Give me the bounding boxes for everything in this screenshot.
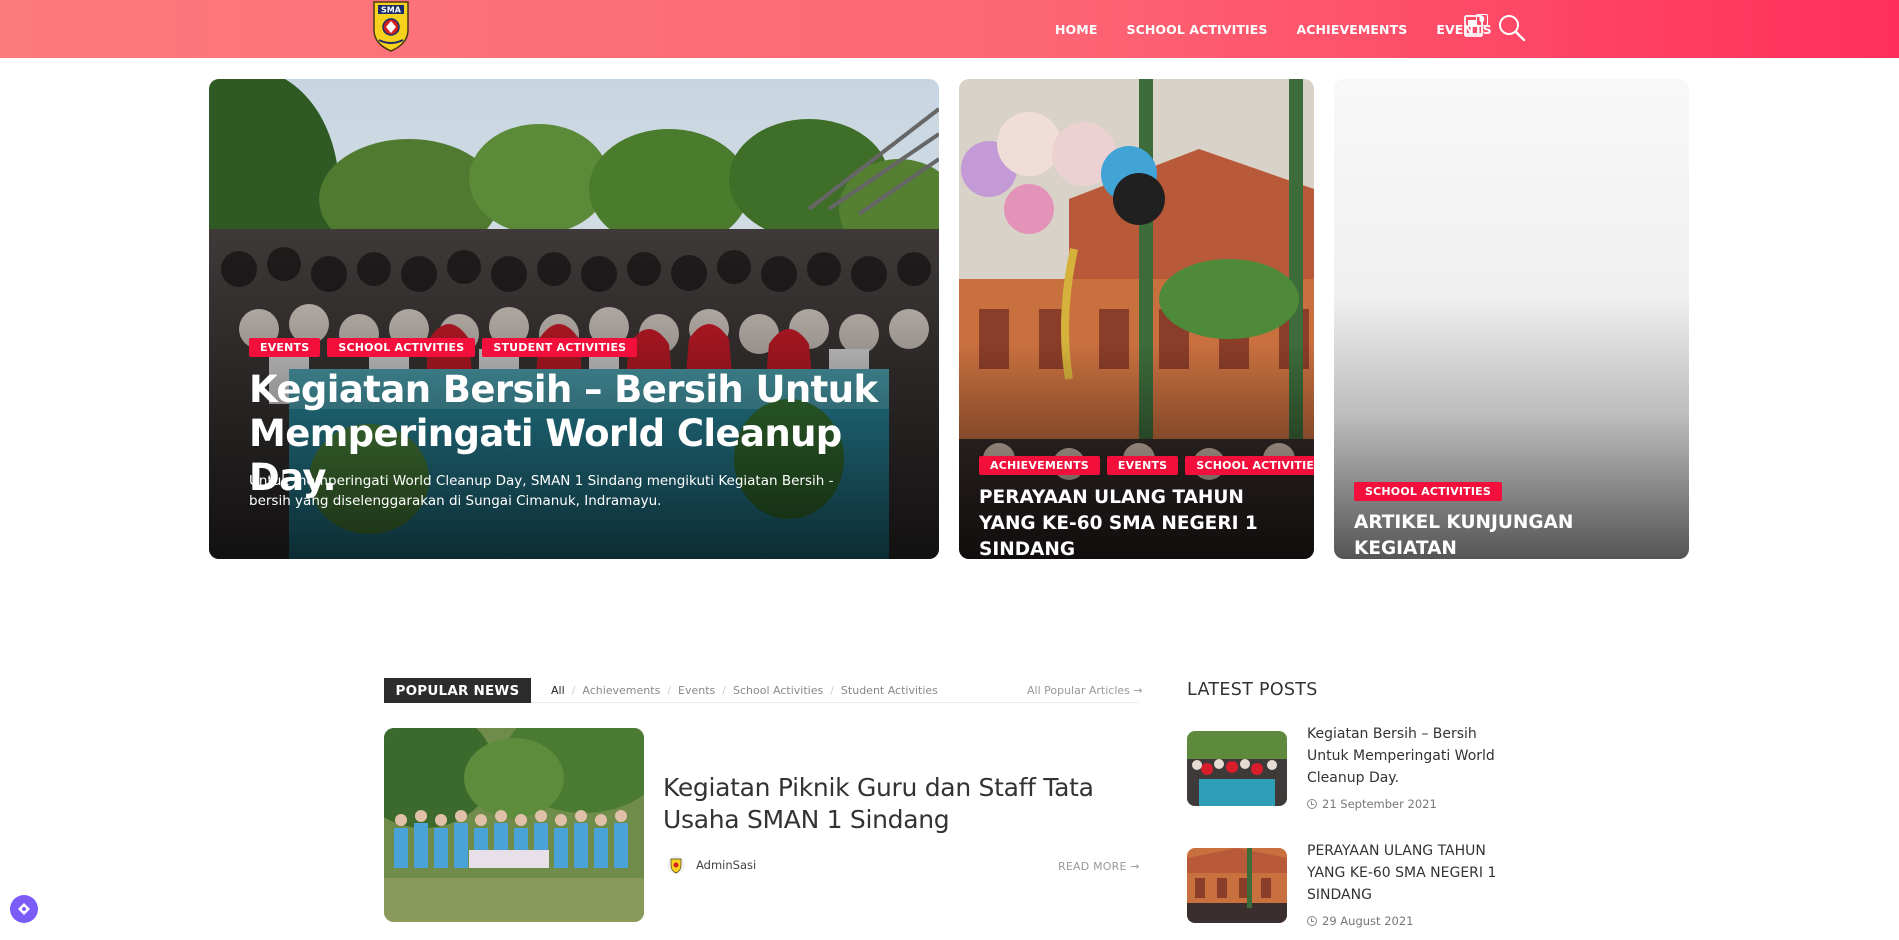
anniversary-thumb — [1187, 848, 1287, 923]
all-popular-link[interactable]: All Popular Articles → — [1021, 684, 1143, 697]
tag-school-activities[interactable]: SCHOOL ACTIVITIES — [1354, 482, 1502, 501]
school-logo[interactable]: SMA — [368, 0, 414, 52]
diamond-icon — [18, 903, 30, 915]
picnic-photo — [384, 728, 644, 922]
date-text: 21 September 2021 — [1322, 797, 1437, 811]
tag-achievements[interactable]: ACHIEVEMENTS — [979, 456, 1100, 475]
svg-text:SMA: SMA — [381, 6, 402, 15]
popular-filters: All / Achievements / Events / School Act… — [551, 684, 944, 697]
featured-title[interactable]: ARTIKEL KUNJUNGAN KEGIATAN — [1354, 510, 1674, 559]
filter-events[interactable]: Events — [678, 684, 715, 697]
clock-icon — [1307, 799, 1317, 809]
cleanup-thumb — [1187, 731, 1287, 806]
latest-post-thumbnail[interactable] — [1187, 848, 1287, 923]
filter-school-activities[interactable]: School Activities — [733, 684, 823, 697]
date-text: 29 August 2021 — [1322, 914, 1414, 928]
article-thumbnail[interactable] — [384, 728, 644, 922]
arrow-right-icon: → — [1130, 860, 1140, 873]
filter-all[interactable]: All — [551, 684, 565, 697]
featured-card-main[interactable]: EVENTS SCHOOL ACTIVITIES STUDENT ACTIVIT… — [209, 79, 939, 559]
tag-school-activities[interactable]: SCHOOL ACTIVITIES — [1185, 456, 1314, 475]
latest-post-title[interactable]: PERAYAAN ULANG TAHUN YANG KE-60 SMA NEGE… — [1307, 840, 1522, 906]
featured-card-anniversary[interactable]: ACHIEVEMENTS EVENTS SCHOOL ACTIVITIES PE… — [959, 79, 1314, 559]
filter-student-activities[interactable]: Student Activities — [841, 684, 938, 697]
floating-action-button[interactable] — [10, 895, 38, 923]
search-icon[interactable] — [1497, 13, 1527, 47]
featured-card-visit[interactable]: SCHOOL ACTIVITIES ARTIKEL KUNJUNGAN KEGI… — [1334, 79, 1689, 559]
nav-achievements[interactable]: ACHIEVEMENTS — [1296, 22, 1407, 37]
read-more-link[interactable]: READ MORE → — [1058, 860, 1140, 873]
read-more-label: READ MORE — [1058, 860, 1127, 873]
bookmark-icon[interactable]: 0 — [1462, 12, 1488, 44]
latest-posts-heading: LATEST POSTS — [1187, 680, 1318, 700]
author-name: AdminSasi — [696, 858, 757, 872]
latest-post-title[interactable]: Kegiatan Bersih – Bersih Untuk Mempering… — [1307, 723, 1522, 789]
filter-achievements[interactable]: Achievements — [582, 684, 660, 697]
article-title[interactable]: Kegiatan Piknik Guru dan Staff Tata Usah… — [663, 772, 1153, 836]
latest-post-date: 29 August 2021 — [1307, 914, 1413, 928]
clock-icon — [1307, 916, 1317, 926]
tag-list: EVENTS SCHOOL ACTIVITIES STUDENT ACTIVIT… — [249, 338, 638, 357]
site-header: SMA HOME SCHOOL ACTIVITIES ACHIEVEMENTS … — [0, 0, 1899, 58]
popular-news-label: POPULAR NEWS — [384, 678, 531, 703]
tag-events[interactable]: EVENTS — [1106, 456, 1179, 475]
tag-list: ACHIEVEMENTS EVENTS SCHOOL ACTIVITIES — [979, 456, 1314, 475]
all-popular-label: All Popular Articles — [1027, 684, 1130, 697]
arrow-right-icon: → — [1133, 684, 1143, 697]
latest-post-thumbnail[interactable] — [1187, 731, 1287, 806]
tag-student-activities[interactable]: STUDENT ACTIVITIES — [482, 338, 638, 357]
tag-school-activities[interactable]: SCHOOL ACTIVITIES — [327, 338, 476, 357]
nav-home[interactable]: HOME — [1055, 22, 1097, 37]
latest-post-date: 21 September 2021 — [1307, 797, 1437, 811]
tag-events[interactable]: EVENTS — [249, 338, 321, 357]
main-nav: HOME SCHOOL ACTIVITIES ACHIEVEMENTS EVEN… — [1055, 0, 1521, 58]
author-avatar — [667, 856, 685, 874]
tag-list: SCHOOL ACTIVITIES — [1354, 482, 1502, 501]
article-author[interactable]: AdminSasi — [667, 856, 756, 874]
featured-description: Untuk memperingati World Cleanup Day, SM… — [249, 473, 834, 509]
divider — [531, 702, 1139, 703]
bookmark-count: 0 — [1476, 14, 1488, 26]
featured-title[interactable]: PERAYAAN ULANG TAHUN YANG KE-60 SMA NEGE… — [979, 485, 1299, 559]
nav-school-activities[interactable]: SCHOOL ACTIVITIES — [1126, 22, 1267, 37]
